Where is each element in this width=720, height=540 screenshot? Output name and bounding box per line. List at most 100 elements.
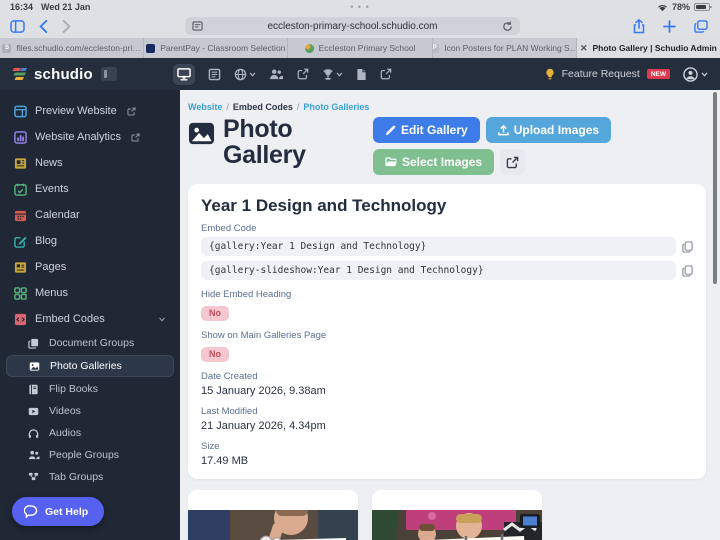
sidebar-item-blog[interactable]: Blog	[0, 228, 180, 254]
wifi-icon	[657, 3, 668, 12]
reader-icon[interactable]	[192, 21, 203, 31]
folder-open-icon	[385, 157, 397, 167]
breadcrumb-website[interactable]: Website	[188, 102, 222, 112]
main-content: Website / Embed Codes / Photo Galleries …	[180, 90, 720, 540]
sidebar-item-label: Blog	[35, 235, 57, 247]
grid-icon	[14, 287, 27, 300]
back-icon[interactable]	[39, 20, 48, 33]
browser-window-icon	[14, 105, 27, 118]
upload-images-button[interactable]: Upload Images	[486, 117, 611, 143]
copy-docs-icon	[28, 338, 41, 349]
sidebar-collapse-icon[interactable]	[101, 67, 117, 81]
sidebar-item-label: Audios	[49, 427, 81, 439]
size-label: Size	[201, 441, 693, 452]
new-tab-icon[interactable]	[663, 20, 676, 33]
awards-menu[interactable]	[322, 68, 343, 81]
schudio-logo[interactable]: schudio	[12, 66, 93, 83]
users-icon	[28, 450, 41, 460]
gallery-photo-card[interactable]	[372, 490, 542, 540]
sidebar-item-events[interactable]: Events	[0, 176, 180, 202]
tab-files-schudio[interactable]: S files.schudio.com/eccleston-pri…	[0, 38, 144, 58]
sidebar-item-embed-codes[interactable]: Embed Codes	[0, 306, 180, 332]
copy-icon[interactable]	[682, 265, 693, 277]
close-tab-icon[interactable]: ✕	[580, 43, 588, 54]
posters-favicon: P	[433, 44, 440, 53]
edit-gallery-label: Edit Gallery	[401, 123, 468, 137]
feature-request-link[interactable]: Feature Request	[562, 68, 640, 80]
sidebar-item-menus[interactable]: Menus	[0, 280, 180, 306]
schudio-files-favicon: S	[2, 44, 11, 53]
sidebar-item-photo-galleries[interactable]: Photo Galleries	[6, 355, 174, 377]
tab-eccleston-school[interactable]: Eccleston Primary School	[288, 38, 432, 58]
sidebar-item-videos[interactable]: Videos	[0, 400, 180, 422]
pencil-icon	[385, 125, 396, 136]
breadcrumb-embed-codes[interactable]: Embed Codes	[233, 102, 293, 112]
account-menu[interactable]	[683, 67, 708, 82]
battery-percent: 78%	[672, 2, 690, 12]
tab-icon-posters[interactable]: P Icon Posters for PLAN Working S…	[433, 38, 577, 58]
tab-title: files.schudio.com/eccleston-pri…	[16, 43, 140, 53]
news-feed-icon[interactable]	[208, 68, 221, 81]
gallery-photo-card[interactable]	[188, 490, 358, 540]
sidebar-toggle-icon[interactable]	[10, 20, 25, 33]
tab-photo-gallery-active[interactable]: ✕ Photo Gallery | Schudio Admin	[577, 38, 720, 58]
breadcrumb-photo-galleries[interactable]: Photo Galleries	[303, 102, 369, 112]
tabs-overview-icon[interactable]	[694, 20, 708, 33]
show-on-main-label: Show on Main Galleries Page	[201, 330, 693, 341]
external-link-icon[interactable]	[297, 68, 309, 80]
sidebar-item-label: News	[35, 157, 63, 169]
people-icon[interactable]	[269, 68, 284, 80]
file-icon[interactable]	[356, 68, 367, 81]
pages-icon	[14, 261, 27, 274]
schudio-admin-header: schudio Feature Request NEW	[0, 58, 720, 90]
calendar-icon	[14, 209, 27, 222]
embed-code-label: Embed Code	[201, 223, 693, 234]
admin-sidebar: Preview Website Website Analytics News E…	[0, 90, 180, 540]
gallery-details-card: Year 1 Design and Technology Embed Code …	[188, 184, 706, 479]
external-link-icon[interactable]	[380, 68, 392, 80]
get-help-button[interactable]: Get Help	[12, 497, 104, 526]
copy-icon[interactable]	[682, 241, 693, 253]
show-on-main-badge: No	[201, 347, 229, 362]
sidebar-item-calendar[interactable]: Calendar	[0, 202, 180, 228]
website-monitor-icon[interactable]	[173, 64, 195, 85]
forward-icon[interactable]	[62, 20, 71, 33]
photo-gallery-icon	[188, 120, 215, 147]
upload-images-label: Upload Images	[514, 123, 599, 137]
select-images-button[interactable]: Select Images	[373, 149, 494, 175]
sidebar-item-flip-books[interactable]: Flip Books	[0, 378, 180, 400]
page-scrollbar[interactable]	[713, 92, 717, 284]
edit-gallery-button[interactable]: Edit Gallery	[373, 117, 480, 143]
bar-chart-icon	[14, 131, 27, 144]
sidebar-item-label: Website Analytics	[35, 131, 121, 143]
chevron-down-icon	[158, 317, 166, 322]
sidebar-item-pages[interactable]: Pages	[0, 254, 180, 280]
sidebar-item-preview-website[interactable]: Preview Website	[0, 98, 180, 124]
ipad-status-bar: 16:34 Wed 21 Jan • • • 78%	[0, 0, 720, 14]
sidebar-item-label: Videos	[49, 405, 81, 417]
size-value: 17.49 MB	[201, 455, 693, 467]
date-text: Wed 21 Jan	[41, 2, 90, 12]
gallery-actions: Edit Gallery Upload Images Select Images	[373, 117, 706, 175]
open-gallery-external-button[interactable]	[500, 149, 525, 175]
share-icon[interactable]	[633, 19, 645, 34]
hide-embed-heading-badge: No	[201, 306, 229, 321]
gallery-heading: Year 1 Design and Technology	[201, 196, 693, 216]
multitask-indicator[interactable]: • • •	[350, 2, 369, 12]
reload-icon[interactable]	[502, 21, 513, 32]
address-bar[interactable]: eccleston-primary-school.schudio.com	[185, 17, 520, 35]
tabs-icon	[28, 472, 41, 482]
sidebar-item-document-groups[interactable]: Document Groups	[0, 332, 180, 354]
sidebar-item-tab-groups[interactable]: Tab Groups	[0, 466, 180, 488]
sidebar-item-news[interactable]: News	[0, 150, 180, 176]
globe-menu[interactable]	[234, 68, 256, 81]
sidebar-item-people-groups[interactable]: People Groups	[0, 444, 180, 466]
sidebar-item-audios[interactable]: Audios	[0, 422, 180, 444]
tab-parentpay[interactable]: ParentPay - Classroom Selection	[144, 38, 288, 58]
embed-code-slideshow[interactable]: {gallery-slideshow:Year 1 Design and Tec…	[201, 261, 676, 280]
calendar-check-icon	[14, 183, 27, 196]
sidebar-item-website-analytics[interactable]: Website Analytics	[0, 124, 180, 150]
embed-code-gallery[interactable]: {gallery:Year 1 Design and Technology}	[201, 237, 676, 256]
clock-text: 16:34	[10, 2, 33, 12]
get-help-label: Get Help	[45, 506, 88, 518]
